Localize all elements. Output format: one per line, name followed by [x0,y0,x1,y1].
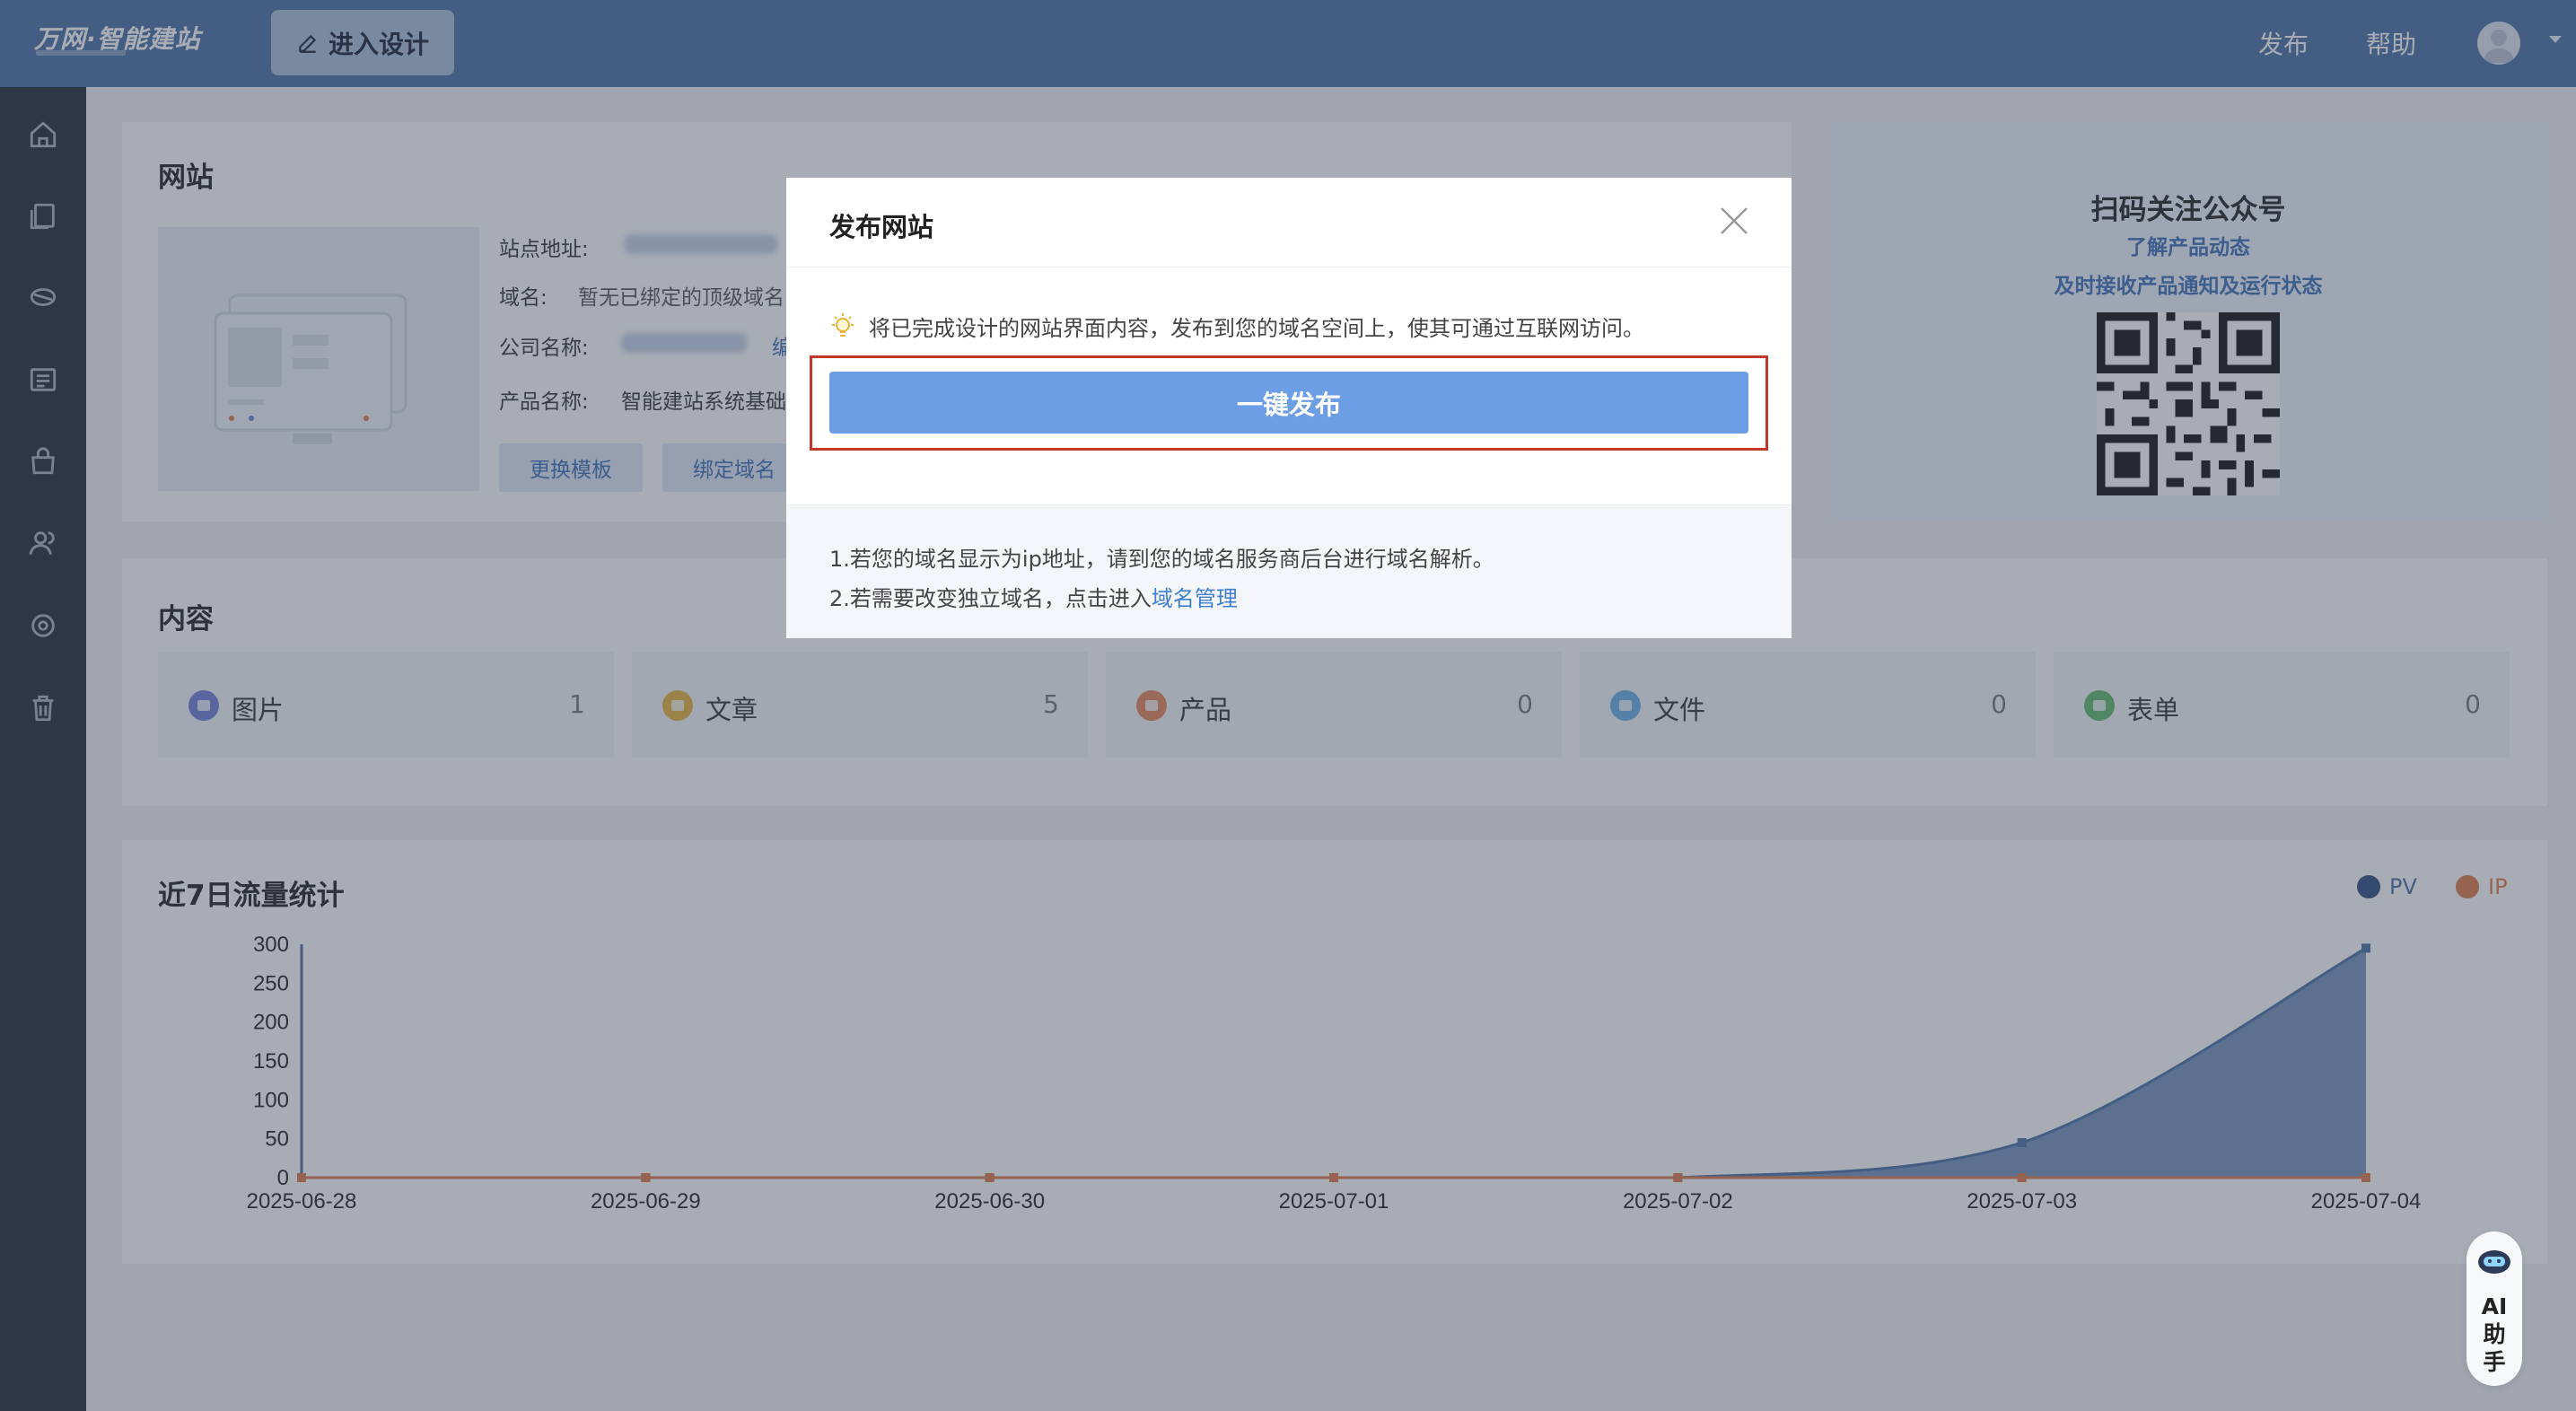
close-button[interactable] [1716,203,1752,239]
robot-icon [2478,1250,2510,1274]
publish-dialog: 发布网站 将已完成设计的网站界面内容，发布到您的域名空间上，使其可通过互联网访问… [786,178,1792,638]
note-2-text: 2.若需要改变独立域名，点击进入 [829,586,1152,611]
ai-label-line: 助 [2483,1321,2506,1347]
close-icon [1721,207,1748,234]
domain-management-link[interactable]: 域名管理 [1152,586,1238,611]
ai-label-line: 手 [2483,1349,2506,1375]
dialog-notes: 1.若您的域名显示为ip地址，请到您的域名服务商后台进行域名解析。 2.若需要改… [786,504,1792,638]
dialog-title: 发布网站 [829,212,934,242]
ai-assistant-label: AI 助 手 [2466,1293,2522,1376]
ai-label-line: AI [2481,1293,2508,1319]
hint-text: 将已完成设计的网站界面内容，发布到您的域名空间上，使其可通过互联网访问。 [869,316,1644,341]
note-2: 2.若需要改变独立域名，点击进入域名管理 [829,581,1238,612]
note-1: 1.若您的域名显示为ip地址，请到您的域名服务商后台进行域名解析。 [829,547,1494,572]
publish-hint: 将已完成设计的网站界面内容，发布到您的域名空间上，使其可通过互联网访问。 [829,311,1644,342]
one-click-publish-button[interactable]: 一键发布 [829,372,1748,434]
dialog-header: 发布网站 [786,178,1792,267]
ai-assistant-button[interactable]: AI 助 手 [2466,1231,2522,1386]
lightbulb-icon [832,312,854,337]
